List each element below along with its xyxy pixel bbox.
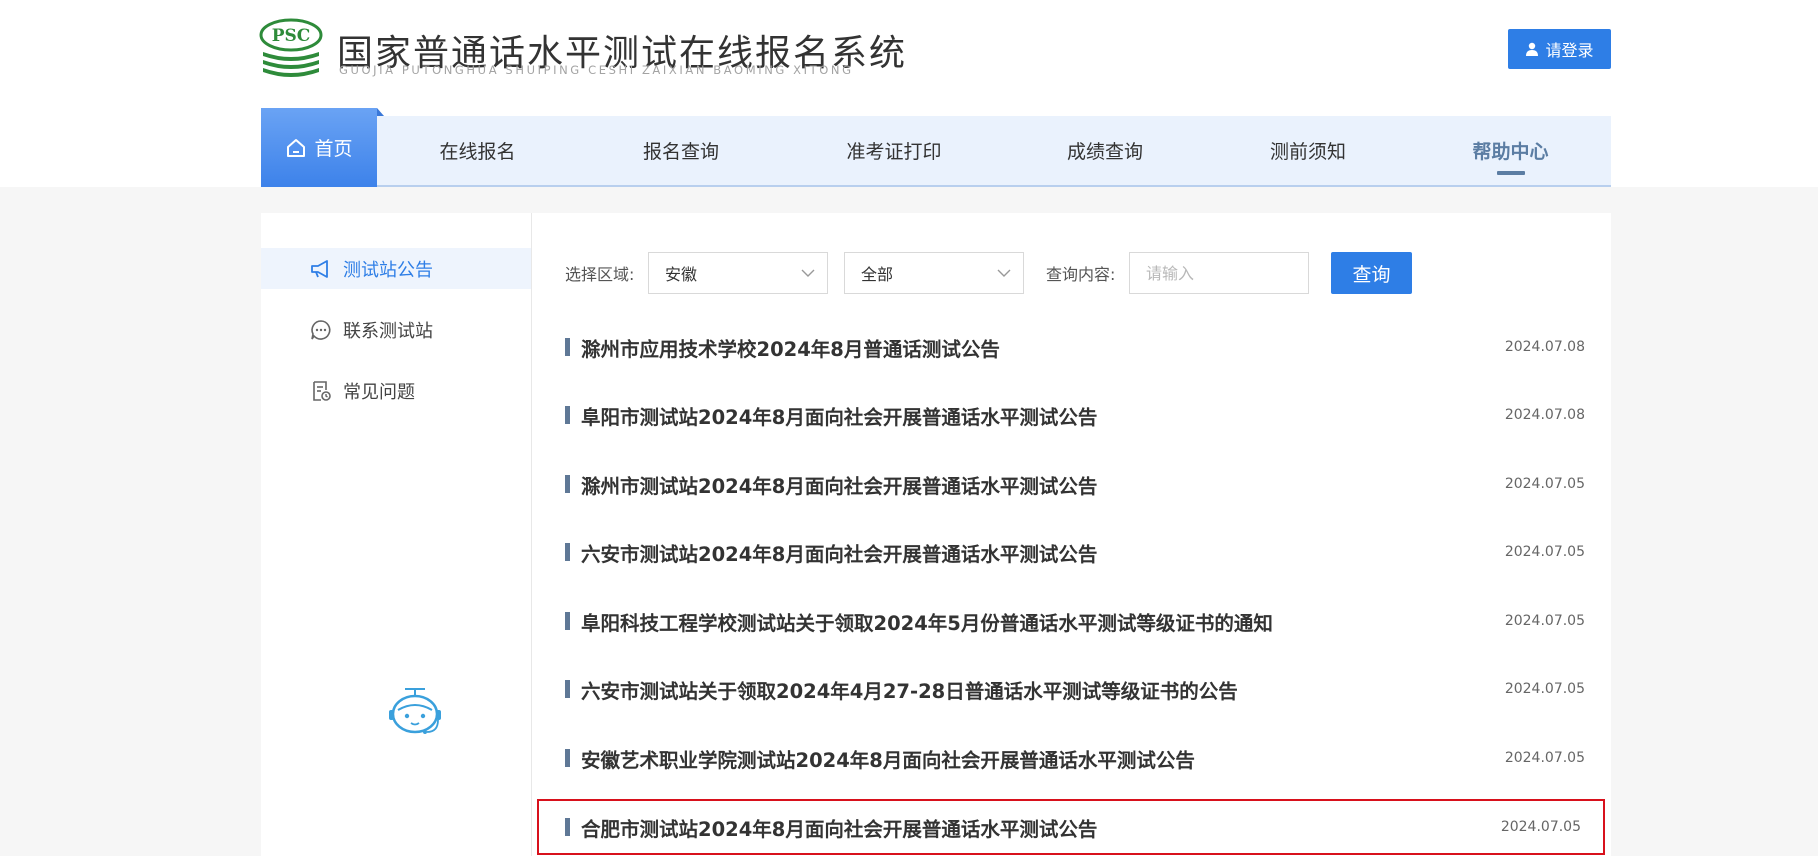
login-button[interactable]: 请登录 [1508, 29, 1611, 69]
notice-item[interactable]: 滁州市测试站2024年8月面向社会开展普通话水平测试公告 2024.07.05 [565, 458, 1585, 510]
notice-title: 滁州市测试站2024年8月面向社会开展普通话水平测试公告 [581, 474, 1098, 498]
notice-title: 阜阳市测试站2024年8月面向社会开展普通话水平测试公告 [581, 405, 1098, 429]
site-logo[interactable]: PSC 国家普通话水平测试在线报名系统 GUOJIA PUTONGHUA SHU… [259, 18, 905, 82]
notice-bullet [565, 749, 570, 767]
notice-item[interactable]: 六安市测试站2024年8月面向社会开展普通话水平测试公告 2024.07.05 [565, 526, 1585, 578]
notice-item[interactable]: 安徽艺术职业学院测试站2024年8月面向社会开展普通话水平测试公告 2024.0… [565, 732, 1585, 784]
notice-date: 2024.07.05 [1504, 750, 1585, 766]
province-select-value: 安徽 [665, 265, 698, 284]
notice-item-highlighted[interactable]: 合肥市测试站2024年8月面向社会开展普通话水平测试公告 2024.07.05 [537, 799, 1605, 855]
filter-bar: 选择区域: 安徽 全部 查询内容: 查询 [565, 252, 1465, 294]
chevron-down-icon [997, 269, 1011, 277]
nav-item-registration-query[interactable]: 报名查询 [578, 116, 784, 185]
query-label: 查询内容: [1046, 265, 1116, 284]
notice-title: 六安市测试站2024年8月面向社会开展普通话水平测试公告 [581, 542, 1098, 566]
chat-bubble-icon [311, 319, 331, 340]
province-select[interactable]: 安徽 [648, 252, 828, 294]
user-icon [1526, 42, 1539, 56]
sidebar-item-label: 常见问题 [343, 381, 415, 403]
notice-bullet [565, 680, 570, 698]
notice-bullet [565, 406, 570, 424]
sidebar: 测试站公告 联系测试站 常见问题 [261, 213, 532, 856]
notice-date: 2024.07.05 [1504, 544, 1585, 560]
region-label: 选择区域: [565, 265, 635, 284]
main-nav: 首页 在线报名 报名查询 准考证打印 成绩查询 测前须知 帮助中心 [261, 108, 1611, 187]
notice-bullet [565, 612, 570, 630]
notice-date: 2024.07.05 [1500, 819, 1581, 835]
psc-logo-icon: PSC [259, 18, 323, 77]
notice-date: 2024.07.05 [1504, 476, 1585, 492]
document-clock-icon [313, 380, 331, 401]
notice-title: 滁州市应用技术学校2024年8月普通话测试公告 [581, 337, 1000, 361]
logo-mark-text: PSC [272, 26, 311, 46]
notice-date: 2024.07.08 [1504, 407, 1585, 423]
sidebar-item-label: 联系测试站 [343, 320, 433, 342]
query-input[interactable] [1129, 252, 1309, 294]
notice-title: 六安市测试站关于领取2024年4月27-28日普通话水平测试等级证书的公告 [581, 679, 1238, 703]
notice-title: 安徽艺术职业学院测试站2024年8月面向社会开展普通话水平测试公告 [581, 748, 1195, 772]
notice-date: 2024.07.08 [1504, 339, 1585, 355]
nav-item-test-notice[interactable]: 测前须知 [1206, 116, 1410, 185]
home-icon [287, 138, 306, 157]
notice-bullet [565, 338, 570, 356]
nav-home-label: 首页 [314, 138, 353, 160]
city-select-value: 全部 [861, 265, 894, 284]
nav-item-admission-ticket[interactable]: 准考证打印 [784, 116, 1004, 185]
robot-assistant-icon[interactable] [385, 686, 445, 740]
notice-title: 阜阳科技工程学校测试站关于领取2024年5月份普通话水平测试等级证书的通知 [581, 611, 1273, 635]
notice-bullet [565, 475, 570, 493]
notice-item[interactable]: 滁州市应用技术学校2024年8月普通话测试公告 2024.07.08 [565, 321, 1585, 373]
notice-date: 2024.07.05 [1504, 681, 1585, 697]
chevron-down-icon [801, 269, 815, 277]
nav-item-home[interactable]: 首页 [261, 108, 384, 187]
search-button[interactable]: 查询 [1331, 252, 1412, 294]
site-subtitle: GUOJIA PUTONGHUA SHUIPING CESHI ZAIXIAN … [339, 63, 854, 77]
nav-item-score-query[interactable]: 成绩查询 [1004, 116, 1206, 185]
megaphone-icon [311, 259, 328, 278]
sidebar-item-label: 测试站公告 [343, 259, 433, 281]
sidebar-item-faq[interactable]: 常见问题 [261, 370, 531, 411]
city-select[interactable]: 全部 [844, 252, 1024, 294]
notice-item[interactable]: 阜阳科技工程学校测试站关于领取2024年5月份普通话水平测试等级证书的通知 20… [565, 595, 1585, 647]
login-label: 请登录 [1545, 41, 1594, 60]
main-panel: 测试站公告 联系测试站 常见问题 选择区域: 安徽 全部 查询内容: 请输入 查… [261, 213, 1611, 856]
notice-date: 2024.07.05 [1504, 613, 1585, 629]
sidebar-item-station-notices[interactable]: 测试站公告 [261, 248, 531, 289]
notice-item[interactable]: 阜阳市测试站2024年8月面向社会开展普通话水平测试公告 2024.07.08 [565, 389, 1585, 441]
notice-title: 合肥市测试站2024年8月面向社会开展普通话水平测试公告 [581, 817, 1098, 841]
notice-item[interactable]: 六安市测试站关于领取2024年4月27-28日普通话水平测试等级证书的公告 20… [565, 663, 1585, 715]
sidebar-item-contact-station[interactable]: 联系测试站 [261, 309, 531, 350]
notice-bullet [565, 818, 570, 836]
nav-item-help-center[interactable]: 帮助中心 [1410, 116, 1611, 185]
notice-bullet [565, 543, 570, 561]
nav-item-online-registration[interactable]: 在线报名 [377, 116, 578, 185]
